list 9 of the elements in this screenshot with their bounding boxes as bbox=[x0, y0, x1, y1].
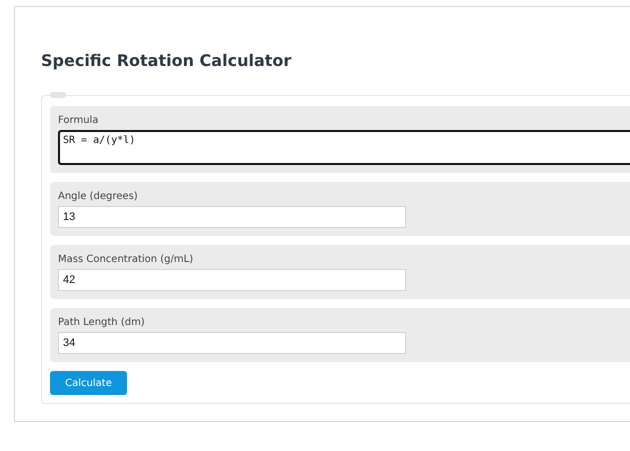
field-label: Formula bbox=[58, 114, 100, 128]
field-label: Mass Concentration (g/mL) bbox=[58, 253, 194, 267]
field-label: Path Length (dm) bbox=[58, 316, 146, 330]
page-title: Specific Rotation Calculator bbox=[41, 50, 292, 72]
formula-field[interactable]: SR = a/(y*l) bbox=[58, 130, 630, 165]
input-field[interactable]: 34 bbox=[58, 332, 406, 354]
input-field[interactable]: 13 bbox=[58, 206, 406, 228]
field-label: Angle (degrees) bbox=[58, 190, 139, 204]
input-field[interactable]: 42 bbox=[58, 269, 406, 291]
